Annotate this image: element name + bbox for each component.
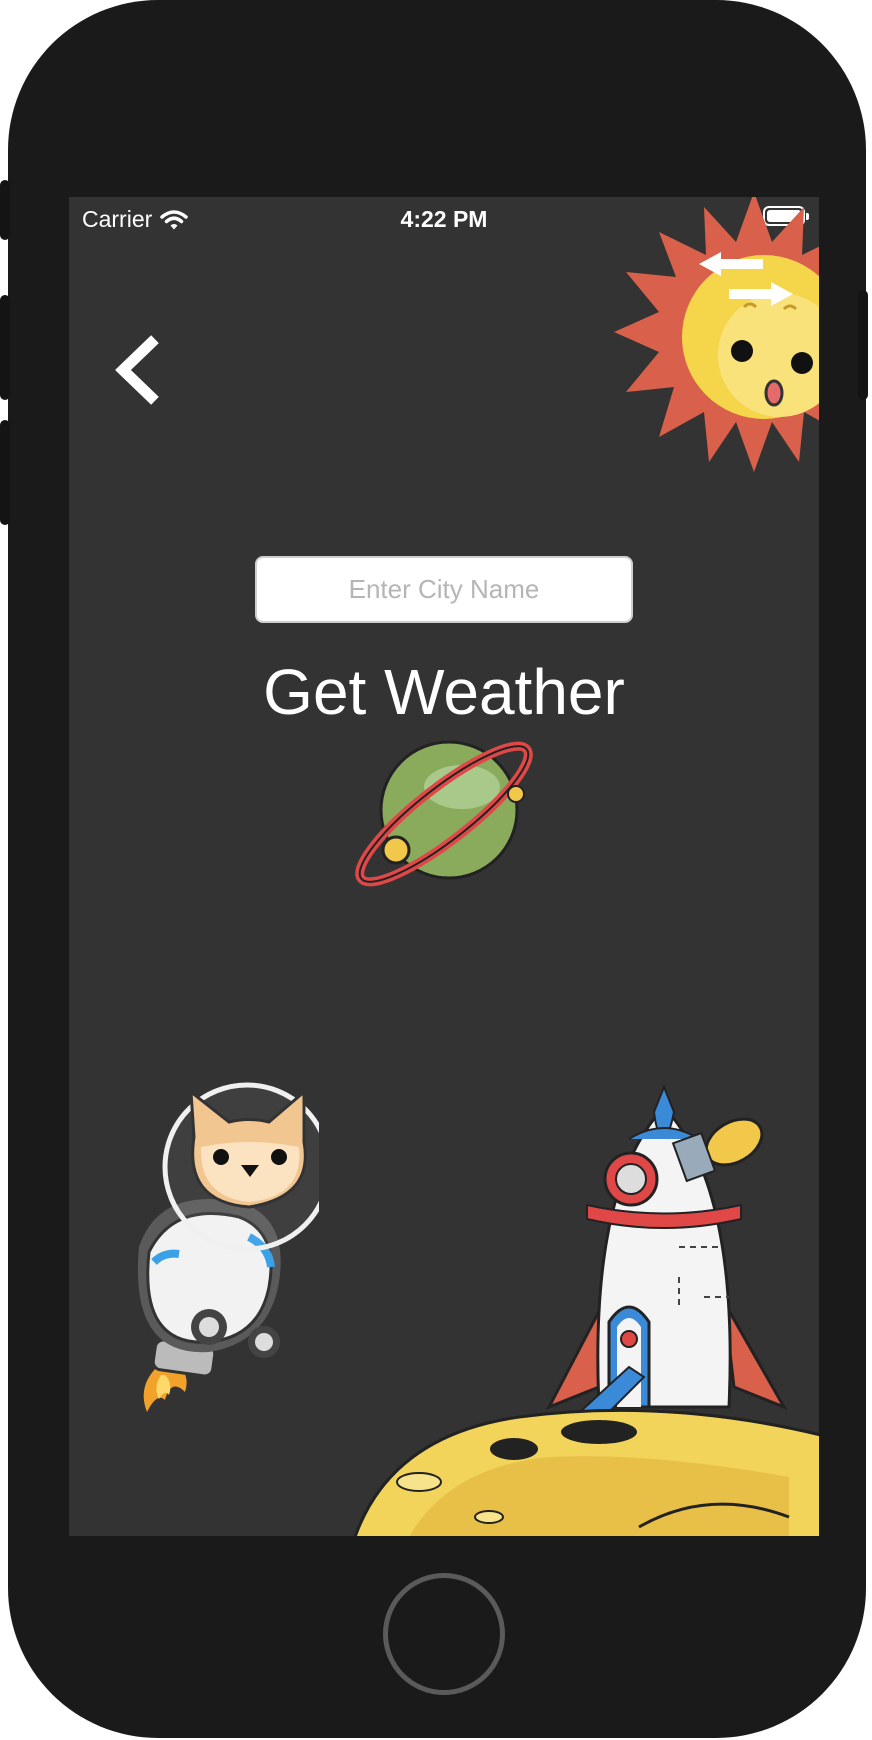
city-name-input[interactable]: [255, 556, 633, 623]
volume-down-button: [0, 420, 10, 525]
sun-illustration: [614, 197, 819, 472]
volume-up-button: [0, 295, 10, 400]
swap-arrows-icon[interactable]: [699, 252, 799, 322]
app-screen: Carrier 4:22 PM Enter City Name Get Weat…: [69, 197, 819, 1536]
planet-illustration: [355, 740, 533, 887]
chevron-left-icon[interactable]: [109, 335, 169, 405]
cat-astronaut-illustration: [137, 1082, 319, 1412]
power-button: [858, 290, 868, 400]
phone-frame: Carrier 4:22 PM Enter City Name Get Weat…: [0, 0, 868, 1738]
moon-illustration: [353, 1408, 819, 1536]
get-weather-button[interactable]: Get Weather: [69, 655, 819, 729]
mute-switch: [0, 180, 10, 240]
home-button[interactable]: [383, 1573, 505, 1695]
